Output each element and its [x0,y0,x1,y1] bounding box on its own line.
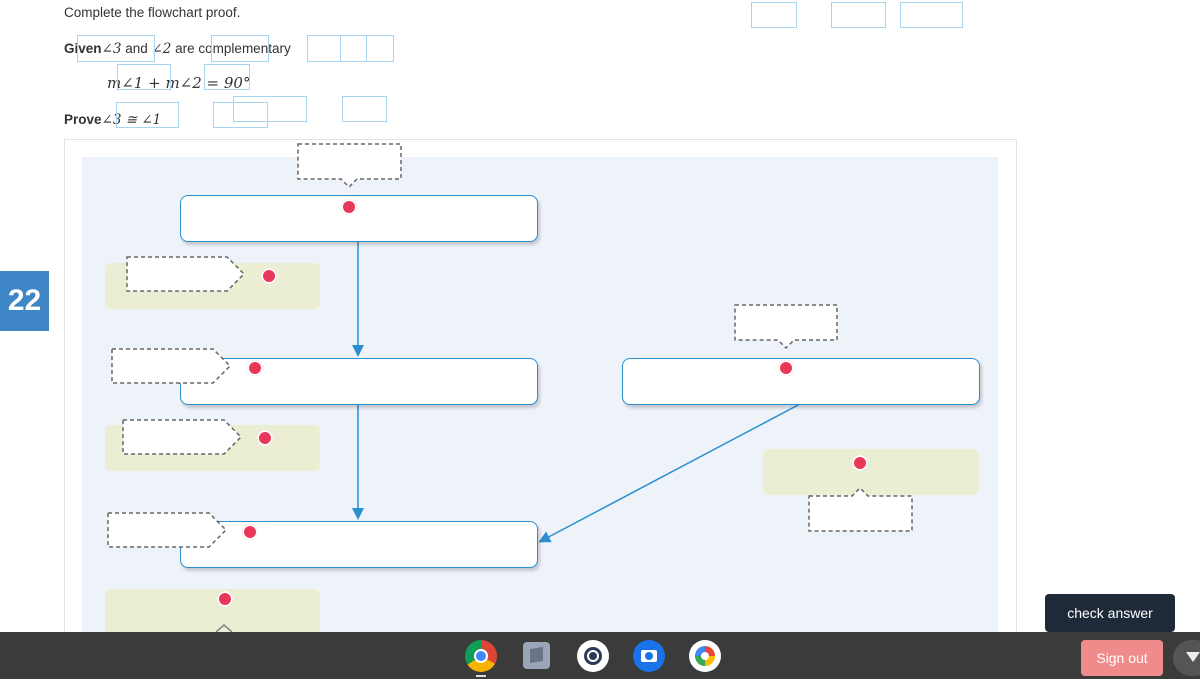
sign-out-button[interactable]: Sign out [1081,640,1163,676]
placeholder-pointer [215,624,233,633]
target-marker[interactable] [852,455,868,471]
placeholder-tag[interactable] [122,419,243,455]
target-marker[interactable] [341,199,357,215]
active-app-indicator [476,675,486,677]
placeholder-tag[interactable] [111,348,232,384]
placeholder-callout[interactable] [808,486,913,532]
check-answer-tooltip[interactable]: check answer [1045,594,1175,632]
chrome-icon[interactable] [465,640,497,672]
files-icon[interactable] [523,642,550,669]
target-marker[interactable] [242,524,258,540]
app-icon[interactable] [577,640,609,672]
target-marker[interactable] [217,591,233,607]
camera-icon[interactable] [633,640,665,672]
target-marker[interactable] [778,360,794,376]
target-marker[interactable] [247,360,263,376]
dashed-placeholders [107,143,913,633]
placeholder-tag[interactable] [107,512,228,548]
target-marker[interactable] [261,268,277,284]
target-marker[interactable] [257,430,273,446]
wifi-icon [1186,652,1200,662]
photos-icon[interactable] [689,640,721,672]
placeholder-callout[interactable] [734,304,838,350]
placeholder-callout[interactable] [297,143,402,189]
placeholder-tag[interactable] [126,256,246,292]
